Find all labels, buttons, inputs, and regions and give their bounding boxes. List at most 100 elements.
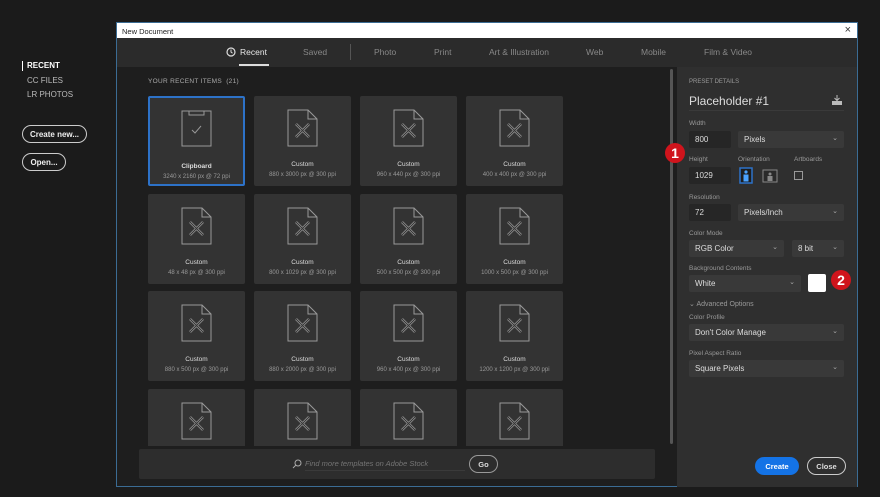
item-dimensions: 960 x 440 px @ 300 ppi [376,172,441,178]
create-new-button[interactable]: Create new... [22,125,87,143]
recent-item-tile[interactable]: Custom 1200 x 1200 px @ 300 ppi [466,291,563,381]
custom-document-icon [287,402,318,439]
custom-document-icon [181,304,212,342]
create-button[interactable]: Create [755,457,799,475]
resolution-unit-select[interactable]: Pixels/Inch ⌄ [738,204,844,221]
width-label: Width [689,120,706,127]
recent-item-tile[interactable] [148,388,245,446]
recent-item-tile[interactable]: Custom 960 x 400 px @ 300 ppi [360,291,457,381]
clipboard-icon [181,110,212,147]
chevron-down-icon: ⌄ [832,135,838,142]
background-contents-select[interactable]: White ⌄ [689,275,801,292]
sidebar-item-lr-photos[interactable]: LR PHOTOS [27,90,73,99]
preset-details-panel: PRESET DETAILS Placeholder #1 Width 800 … [677,67,857,487]
custom-document-icon [393,109,424,147]
chevron-down-icon: ⌄ [789,279,795,286]
custom-document-icon [393,207,424,244]
height-input[interactable]: 1029 [689,167,731,184]
custom-document-icon [393,402,424,439]
new-document-dialog: New Document × Recent Saved Photo Print … [116,22,858,487]
callout-badge-2: 2 [831,270,851,290]
recent-item-tile[interactable] [360,388,457,446]
item-dimensions: 1000 x 500 px @ 300 ppi [481,269,548,276]
bit-depth-select[interactable]: 8 bit ⌄ [792,240,844,257]
artboards-checkbox[interactable] [794,171,803,180]
background-color-swatch[interactable] [808,274,826,292]
chevron-down-icon: ⌄ [832,208,838,215]
landscape-orientation-icon[interactable] [762,169,778,183]
item-dimensions: 48 x 48 px @ 300 ppi [168,269,225,276]
chevron-down-icon: ⌄ [832,364,838,371]
search-icon [292,459,302,469]
recent-item-tile[interactable]: Custom 880 x 2000 px @ 300 ppi [254,291,351,381]
orientation-label: Orientation [738,156,770,163]
save-preset-icon[interactable] [831,95,843,105]
recent-item-tile[interactable]: Custom 880 x 500 px @ 300 ppi [148,291,245,381]
active-indicator [22,61,23,71]
color-profile-label: Color Profile [689,314,725,321]
divider [689,110,844,111]
pixel-aspect-label: Pixel Aspect Ratio [689,350,742,357]
callout-badge-1: 1 [665,143,685,163]
custom-document-icon [181,207,212,244]
custom-document-icon [499,207,530,244]
item-dimensions: 3240 x 2160 px @ 72 ppi [163,174,230,180]
recent-item-tile[interactable]: Custom 960 x 440 px @ 300 ppi [360,96,457,186]
color-mode-select[interactable]: RGB Color ⌄ [689,240,784,257]
custom-document-icon [393,304,424,342]
stock-search-input[interactable] [305,457,465,471]
advanced-options-toggle[interactable]: ⌄ Advanced Options [689,300,754,308]
scrollbar[interactable] [670,69,673,444]
width-unit-select[interactable]: Pixels ⌄ [738,131,844,148]
resolution-input[interactable]: 72 [689,204,731,221]
color-profile-select[interactable]: Don't Color Manage ⌄ [689,324,844,341]
custom-document-icon [287,304,318,342]
item-name: Custom [503,356,526,363]
recent-item-tile[interactable]: Custom 880 x 3000 px @ 300 ppi [254,96,351,186]
recent-item-tile[interactable] [466,388,563,446]
select-value: 8 bit [798,244,814,253]
custom-document-icon [181,402,212,439]
close-icon[interactable]: × [845,24,851,36]
recent-item-tile[interactable]: Clipboard 3240 x 2160 px @ 72 ppi [148,96,245,186]
pixel-aspect-select[interactable]: Square Pixels ⌄ [689,360,844,377]
select-value: White [695,279,716,288]
item-dimensions: 1200 x 1200 px @ 300 ppi [479,367,550,373]
custom-document-icon [499,304,530,342]
recent-item-tile[interactable]: Custom 500 x 500 px @ 300 ppi [360,193,457,284]
recent-item-tile[interactable]: Custom 48 x 48 px @ 300 ppi [148,193,245,284]
select-value: RGB Color [695,244,734,253]
artboards-label: Artboards [794,156,823,163]
recent-item-tile[interactable]: Custom 400 x 400 px @ 300 ppi [466,96,563,186]
height-label: Height [689,156,708,163]
select-value: Square Pixels [695,364,745,373]
stock-search-bar: Go [139,449,655,479]
item-name: Clipboard [181,163,212,170]
sidebar-item-cc-files[interactable]: CC FILES [27,76,63,85]
select-value: Don't Color Manage [695,328,766,337]
width-input[interactable]: 800 [689,131,731,148]
preset-name[interactable]: Placeholder #1 [689,94,769,108]
recent-item-tile[interactable]: Custom 800 x 1029 px @ 300 ppi [254,193,351,284]
recent-item-tile[interactable] [254,388,351,446]
custom-document-icon [287,207,318,244]
go-button[interactable]: Go [469,455,498,473]
open-button[interactable]: Open... [22,153,66,171]
portrait-orientation-icon[interactable] [739,167,753,184]
select-value: Pixels/Inch [744,208,783,217]
recent-item-tile[interactable]: Custom 1000 x 500 px @ 300 ppi [466,193,563,284]
item-name: Custom [291,258,314,266]
background-contents-label: Background Contents [689,265,752,272]
item-name: Custom [291,356,314,363]
item-name: Custom [397,258,420,266]
item-dimensions: 960 x 400 px @ 300 ppi [376,367,441,373]
item-name: Custom [185,356,208,363]
resolution-label: Resolution [689,194,720,201]
item-dimensions: 880 x 3000 px @ 300 ppi [269,172,336,178]
chevron-down-icon: ⌄ [832,244,838,251]
item-dimensions: 500 x 500 px @ 300 ppi [376,269,441,276]
sidebar-item-recent[interactable]: RECENT [27,61,60,70]
tab-film-video[interactable]: Film & Video [704,47,752,57]
close-button[interactable]: Close [807,457,846,475]
item-name: Custom [503,258,526,266]
